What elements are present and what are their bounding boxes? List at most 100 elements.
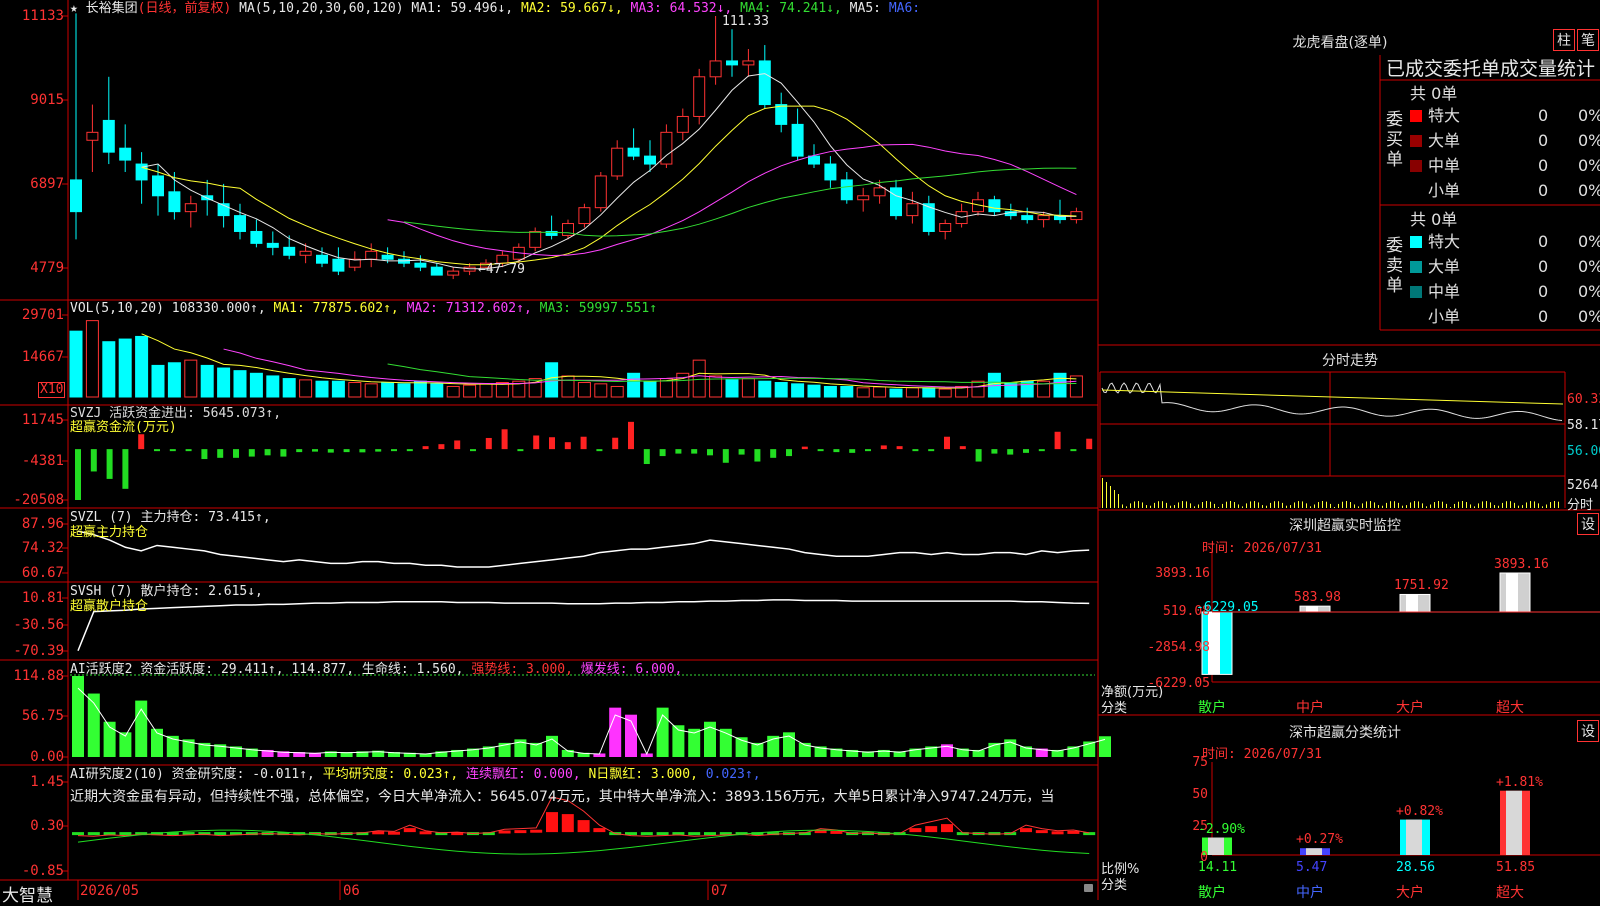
fund-flow-bar <box>327 449 334 453</box>
research-bar <box>530 829 543 833</box>
intraday-volume-bar <box>1382 505 1383 508</box>
intraday-volume-bar <box>1546 504 1547 508</box>
sz-monitor-settings-button[interactable]: 设 <box>1577 513 1599 535</box>
volume-bar <box>167 362 181 398</box>
intraday-volume-bar <box>1202 502 1203 508</box>
research-bar <box>403 828 416 833</box>
svzl-subtitle: 超赢主力持仓 <box>70 525 149 540</box>
intraday-volume-bar <box>1354 504 1355 508</box>
intraday-volume-bar <box>1498 505 1499 508</box>
intraday-volume-bar <box>1434 502 1435 508</box>
candle-body <box>168 191 181 213</box>
fund-flow-bar <box>296 449 303 453</box>
buy-pct: 0% <box>1578 181 1600 200</box>
star-icon[interactable]: ★ <box>70 1 78 16</box>
volume-bar <box>151 364 165 398</box>
intraday-volume-bar <box>1134 501 1135 508</box>
intraday-volume-bar <box>1126 506 1127 508</box>
research-bar <box>498 830 511 834</box>
fund-flow-bar <box>1023 449 1029 453</box>
intraday-volume-bar <box>1410 502 1411 508</box>
sz-class-category: 大户 <box>1396 885 1424 901</box>
sz-monitor-y-3: -2854.98 <box>1147 640 1210 655</box>
volume-bar <box>282 378 296 398</box>
intraday-volume-bar <box>1214 503 1215 508</box>
bar-mode-button[interactable]: 柱 <box>1553 29 1575 51</box>
volume-bar <box>807 384 821 398</box>
candle-body <box>578 207 591 225</box>
intraday-title: 分时走势 <box>1322 353 1378 369</box>
fund-flow-bar <box>722 449 729 463</box>
candle-body <box>102 119 115 153</box>
svsh-y-label-1: 10.81 <box>21 590 64 606</box>
candle-body <box>594 175 607 209</box>
fund-flow-bar <box>944 436 950 450</box>
fund-flow-bar <box>975 449 982 462</box>
candle-body <box>283 246 296 256</box>
ai1-v2: 114.877, <box>291 662 355 677</box>
fund-flow-bar <box>1054 431 1061 450</box>
vol-ma3: MA3: 59997.551↑ <box>539 301 658 316</box>
intraday-volume-bar <box>1430 504 1431 508</box>
tick-mode-button[interactable]: 笔 <box>1577 29 1599 51</box>
fund-flow-bar <box>201 449 208 460</box>
high-price-marker: 111.33 <box>722 14 769 29</box>
volume-bar <box>315 380 329 398</box>
volume-bar <box>791 383 805 398</box>
intraday-volume-bar <box>1374 502 1375 508</box>
vol-unit-label: X10 <box>38 382 66 398</box>
sz-monitor-value: 583.98 <box>1294 590 1341 606</box>
ai1-y-label-2: 56.75 <box>21 708 64 724</box>
candle-body <box>791 123 804 157</box>
intraday-volume-bar <box>1226 501 1227 508</box>
ai1-burst: 爆发线: 6.000, <box>580 662 683 677</box>
ai1-y-label-3: 0.00 <box>30 749 64 765</box>
volume-bar <box>102 341 116 398</box>
sz-class-settings-button[interactable]: 设 <box>1577 720 1599 742</box>
fund-flow-bar <box>896 446 903 450</box>
sell-label: 大单 <box>1428 257 1461 276</box>
fund-flow-bar <box>707 449 713 456</box>
svzj-y-label-3: -20508 <box>13 492 64 508</box>
sz-monitor-title: 深圳超赢实时监控 <box>1289 518 1401 534</box>
research-bar <box>514 830 527 834</box>
intraday-volume-bar <box>1482 501 1483 508</box>
intraday-volume-bar <box>1210 501 1211 508</box>
price-y-label-2: 9015 <box>30 92 64 108</box>
intraday-volume-bar <box>1114 490 1115 508</box>
lock-icon[interactable] <box>1084 884 1093 892</box>
sz-monitor-category: 超大 <box>1496 700 1524 716</box>
sell-count: 0 <box>1538 282 1549 301</box>
intraday-volume-bar <box>1106 482 1107 508</box>
date-label-3: 07 <box>711 883 728 899</box>
candle-body <box>414 262 427 268</box>
research-bar <box>214 832 227 836</box>
volume-bar <box>692 359 706 398</box>
volume-bar <box>856 387 870 398</box>
ai2-cont: 连续飘红: 0.000, <box>466 767 581 782</box>
intraday-volume-bar <box>1390 501 1391 508</box>
intraday-volume-bar <box>1398 502 1399 508</box>
sz-class-value: 51.85 <box>1496 860 1536 875</box>
sz-class-change: -2.90% <box>1198 821 1245 837</box>
sz-class-axis-label2: 分类 <box>1101 878 1128 893</box>
candle-body <box>266 242 279 248</box>
volume-bar <box>446 385 460 398</box>
intraday-volume-bar <box>1526 502 1527 508</box>
volume-bar <box>577 382 591 398</box>
intraday-volume-bar <box>1558 501 1559 508</box>
buy-label: 小单 <box>1428 181 1461 200</box>
intraday-volume-bar <box>1402 505 1403 508</box>
buy-count: 0 <box>1538 156 1549 175</box>
sell-row: 小单 0 0% <box>1410 305 1600 329</box>
intraday-volume-bar <box>1270 502 1271 508</box>
low-price-marker: ←47.79 <box>478 262 525 277</box>
intraday-volume-bar <box>1182 501 1183 508</box>
fund-flow-bar <box>1070 449 1077 452</box>
activity-line <box>77 687 1106 756</box>
fund-flow-bar <box>185 449 192 452</box>
candle-body <box>742 60 755 66</box>
research-bar <box>925 826 938 833</box>
ai1-strong: 强势线: 3.000, <box>471 662 573 677</box>
research-bar <box>87 832 100 836</box>
